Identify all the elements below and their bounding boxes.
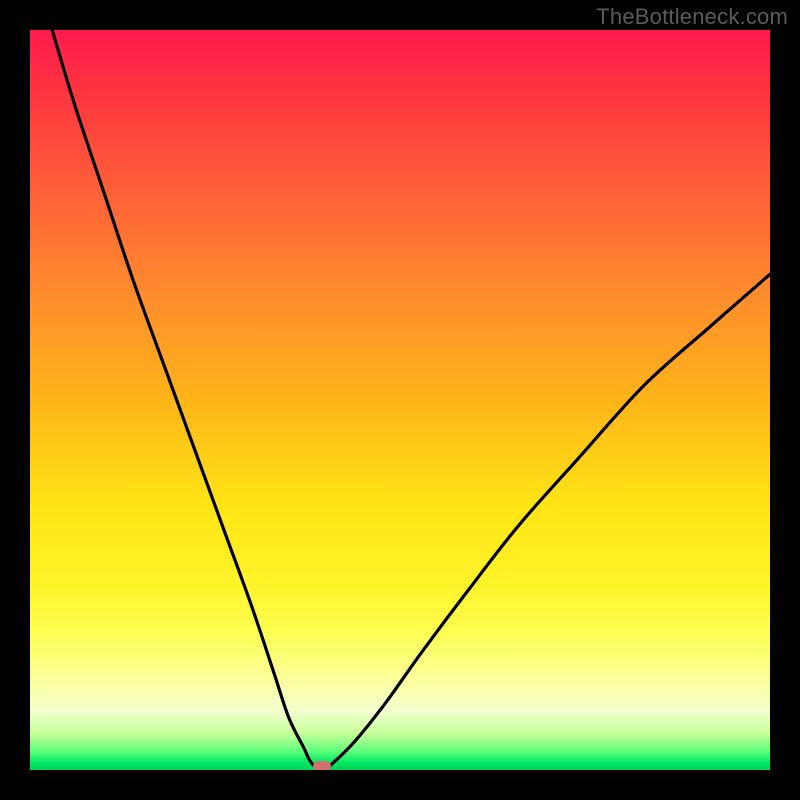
bottleneck-curve bbox=[52, 30, 770, 770]
plot-area bbox=[30, 30, 770, 770]
chart-frame: TheBottleneck.com bbox=[0, 0, 800, 800]
watermark-text: TheBottleneck.com bbox=[596, 4, 788, 30]
minimum-marker bbox=[313, 761, 331, 770]
curve-svg bbox=[30, 30, 770, 770]
